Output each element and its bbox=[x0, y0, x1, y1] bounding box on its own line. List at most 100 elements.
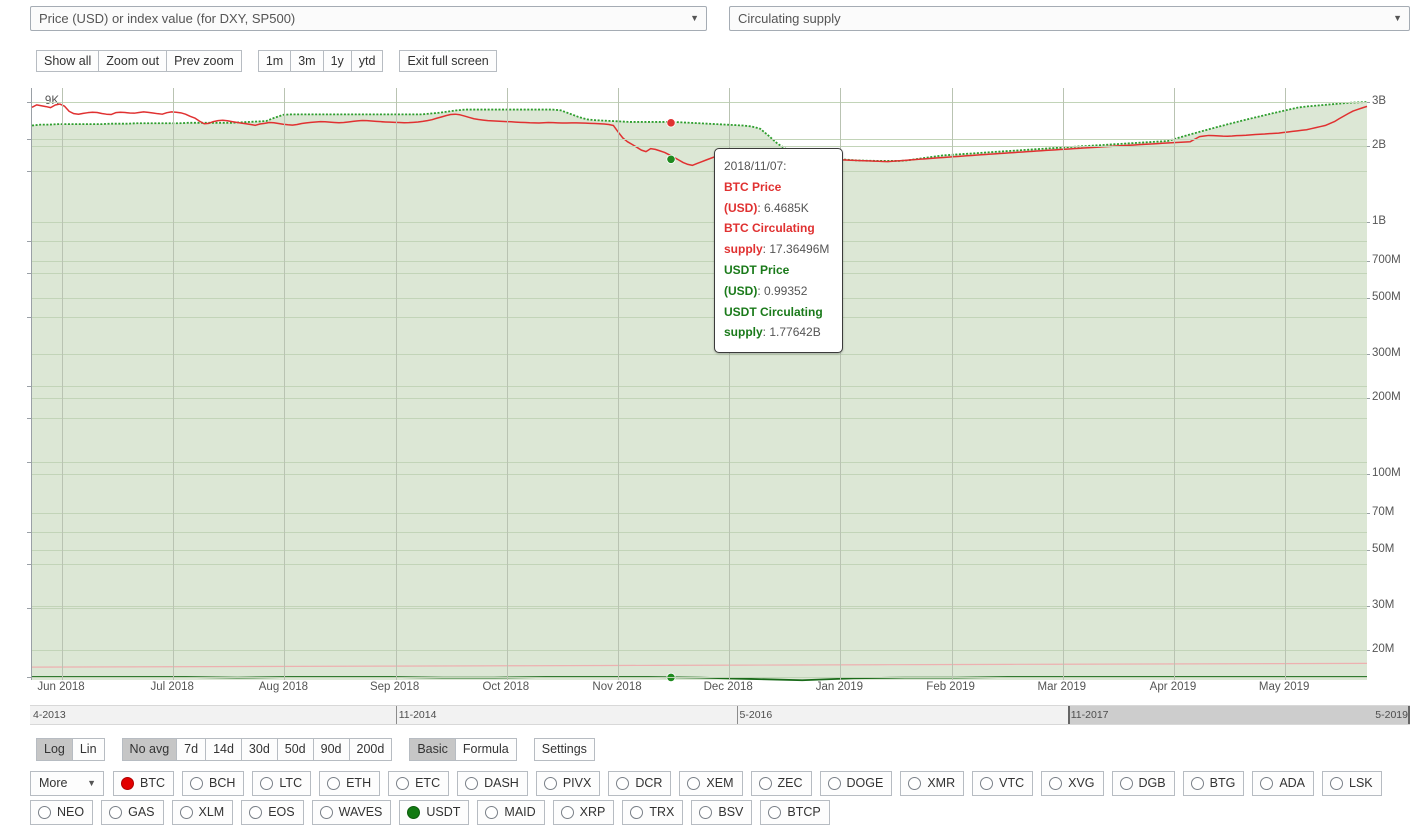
chart-gridlines-overlay bbox=[32, 88, 1367, 680]
tooltip-series-label: BTC Price bbox=[724, 179, 782, 194]
radio-icon bbox=[1330, 777, 1344, 790]
zoom-button-group: Show all Zoom out Prev zoom bbox=[36, 50, 242, 72]
coin-toggle-btc[interactable]: BTC bbox=[113, 771, 174, 796]
mode-basic-button[interactable]: Basic bbox=[409, 738, 456, 761]
coin-toggle-zec[interactable]: ZEC bbox=[750, 771, 812, 796]
coin-toggle-xrp[interactable]: XRP bbox=[552, 800, 615, 825]
radio-icon bbox=[260, 777, 274, 790]
coin-toggle-xmr[interactable]: XMR bbox=[900, 771, 965, 796]
mode-formula-button[interactable]: Formula bbox=[454, 738, 517, 761]
navigator-handle-right[interactable] bbox=[1408, 706, 1410, 724]
coin-toggle-dgb[interactable]: DGB bbox=[1111, 771, 1175, 796]
coin-toggle-btg[interactable]: BTG bbox=[1182, 771, 1245, 796]
coin-label: BSV bbox=[718, 805, 744, 819]
gridline-horizontal bbox=[32, 607, 1367, 609]
navigator-selection[interactable] bbox=[1067, 706, 1410, 724]
avg-no-avg-button[interactable]: No avg bbox=[121, 738, 178, 761]
coin-toggle-dash[interactable]: DASH bbox=[457, 771, 528, 796]
radio-icon bbox=[190, 777, 203, 790]
avg-7d-button[interactable]: 7d bbox=[176, 738, 207, 761]
coin-toggle-usdt[interactable]: USDT bbox=[399, 800, 470, 825]
navigator-label: 11-2017 bbox=[1070, 709, 1109, 721]
avg-14d-button[interactable]: 14d bbox=[205, 738, 242, 761]
gridline-vertical bbox=[618, 88, 619, 680]
coin-toggle-waves[interactable]: WAVES bbox=[311, 800, 392, 825]
coin-toggle-eth[interactable]: ETH bbox=[319, 771, 381, 796]
coin-toggle-bsv[interactable]: BSV bbox=[691, 800, 753, 825]
coin-label: PIVX bbox=[562, 776, 592, 790]
y-axis-left-tickmark bbox=[27, 563, 31, 565]
scale-log-button[interactable]: Log bbox=[36, 738, 73, 761]
gridline-horizontal bbox=[32, 139, 1367, 141]
radio-icon bbox=[630, 806, 644, 819]
coin-label: BTG bbox=[1209, 776, 1236, 790]
gridline-horizontal bbox=[32, 650, 1367, 651]
navigator-label: 5-2016 bbox=[739, 709, 773, 721]
avg-200d-button[interactable]: 200d bbox=[348, 738, 393, 761]
y-axis-right-tick: 100M bbox=[1372, 466, 1401, 479]
settings-button-group: Settings bbox=[533, 738, 595, 761]
coin-label: EOS bbox=[268, 805, 295, 819]
y-axis-right-tick: 300M bbox=[1372, 346, 1401, 359]
gridline-horizontal bbox=[32, 677, 1367, 678]
gridline-vertical bbox=[173, 88, 175, 680]
range-ytd-button[interactable]: ytd bbox=[350, 50, 384, 72]
settings-button[interactable]: Settings bbox=[533, 738, 595, 761]
radio-icon bbox=[1119, 777, 1133, 790]
coin-toggle-maid[interactable]: MAID bbox=[477, 800, 545, 825]
chart-plot-area[interactable] bbox=[31, 88, 1368, 683]
radio-icon bbox=[560, 806, 574, 819]
x-axis-tick: Mar 2019 bbox=[1037, 681, 1087, 693]
avg-90d-button[interactable]: 90d bbox=[312, 738, 350, 761]
coin-toggle-xlm[interactable]: XLM bbox=[171, 800, 234, 825]
coin-toggle-neo[interactable]: NEO bbox=[30, 800, 94, 825]
exit-full-screen-button[interactable]: Exit full screen bbox=[399, 50, 497, 72]
radio-icon bbox=[38, 806, 51, 819]
coin-toggle-pivx[interactable]: PIVX bbox=[535, 771, 601, 796]
navigator-handle-left[interactable] bbox=[1067, 706, 1070, 724]
coin-toggle-lsk[interactable]: LSK bbox=[1322, 771, 1382, 796]
coin-selector-row-1: More ▼ BTC BCH LTC ETH ETC DASH PIVX DCR XEM ZEC D… bbox=[30, 771, 1390, 796]
radio-icon bbox=[179, 806, 193, 819]
range-3m-button[interactable]: 3m bbox=[290, 50, 324, 72]
coin-toggle-trx[interactable]: TRX bbox=[622, 800, 684, 825]
avg-50d-button[interactable]: 50d bbox=[276, 738, 314, 761]
coin-toggle-ada[interactable]: ADA bbox=[1252, 771, 1315, 796]
metric-select[interactable]: Price (USD) or index value (for DXY, SP5… bbox=[30, 6, 707, 31]
supply-select[interactable]: Circulating supply ▼ bbox=[729, 6, 1410, 31]
prev-zoom-button[interactable]: Prev zoom bbox=[166, 50, 242, 72]
y-axis-left-tickmark bbox=[27, 273, 31, 275]
chart-settings-toolbar: Log Lin No avg 7d 14d 30d 50d 90d 200d Basic For… bbox=[36, 738, 612, 761]
coin-toggle-vtc[interactable]: VTC bbox=[972, 771, 1034, 796]
chart-navigator[interactable]: 4-2013 11-2014 5-2016 11-2017 5-2019 bbox=[30, 705, 1410, 725]
coin-toggle-bch[interactable]: BCH bbox=[182, 771, 245, 796]
coin-toggle-xem[interactable]: XEM bbox=[679, 771, 743, 796]
show-all-button[interactable]: Show all bbox=[36, 50, 100, 72]
coin-toggle-etc[interactable]: ETC bbox=[388, 771, 450, 796]
zoom-out-button[interactable]: Zoom out bbox=[98, 50, 168, 72]
y-axis-left-tickmark bbox=[27, 102, 31, 103]
coin-buttons-2: NEO GAS XLM EOS WAVES USDT MAID XRP TRX BSV BTCP bbox=[30, 800, 838, 825]
coin-toggle-gas[interactable]: GAS bbox=[101, 800, 164, 825]
x-axis-tick: Apr 2019 bbox=[1149, 681, 1197, 693]
coin-toggle-ltc[interactable]: LTC bbox=[252, 771, 312, 796]
more-dropdown-label: More bbox=[39, 776, 68, 790]
coin-toggle-doge[interactable]: DOGE bbox=[819, 771, 893, 796]
scale-lin-button[interactable]: Lin bbox=[71, 738, 105, 761]
coin-label: TRX bbox=[649, 805, 675, 819]
coin-toggle-xvg[interactable]: XVG bbox=[1041, 771, 1104, 796]
range-1y-button[interactable]: 1y bbox=[322, 50, 352, 72]
range-1m-button[interactable]: 1m bbox=[257, 50, 292, 72]
gridline-horizontal bbox=[32, 473, 1367, 475]
radio-icon bbox=[543, 777, 557, 790]
more-dropdown[interactable]: More ▼ bbox=[30, 771, 104, 796]
radio-icon bbox=[1260, 777, 1274, 790]
coin-toggle-btcp[interactable]: BTCP bbox=[760, 800, 830, 825]
y-axis-right-tick: 50M bbox=[1372, 542, 1395, 555]
coin-toggle-eos[interactable]: EOS bbox=[241, 800, 304, 825]
navigator-tick bbox=[395, 706, 397, 724]
coin-toggle-dcr[interactable]: DCR bbox=[608, 771, 672, 796]
x-axis-tick: Aug 2018 bbox=[258, 681, 309, 693]
tooltip-series-value: (USD): 0.99352 bbox=[724, 283, 808, 298]
avg-30d-button[interactable]: 30d bbox=[240, 738, 278, 761]
